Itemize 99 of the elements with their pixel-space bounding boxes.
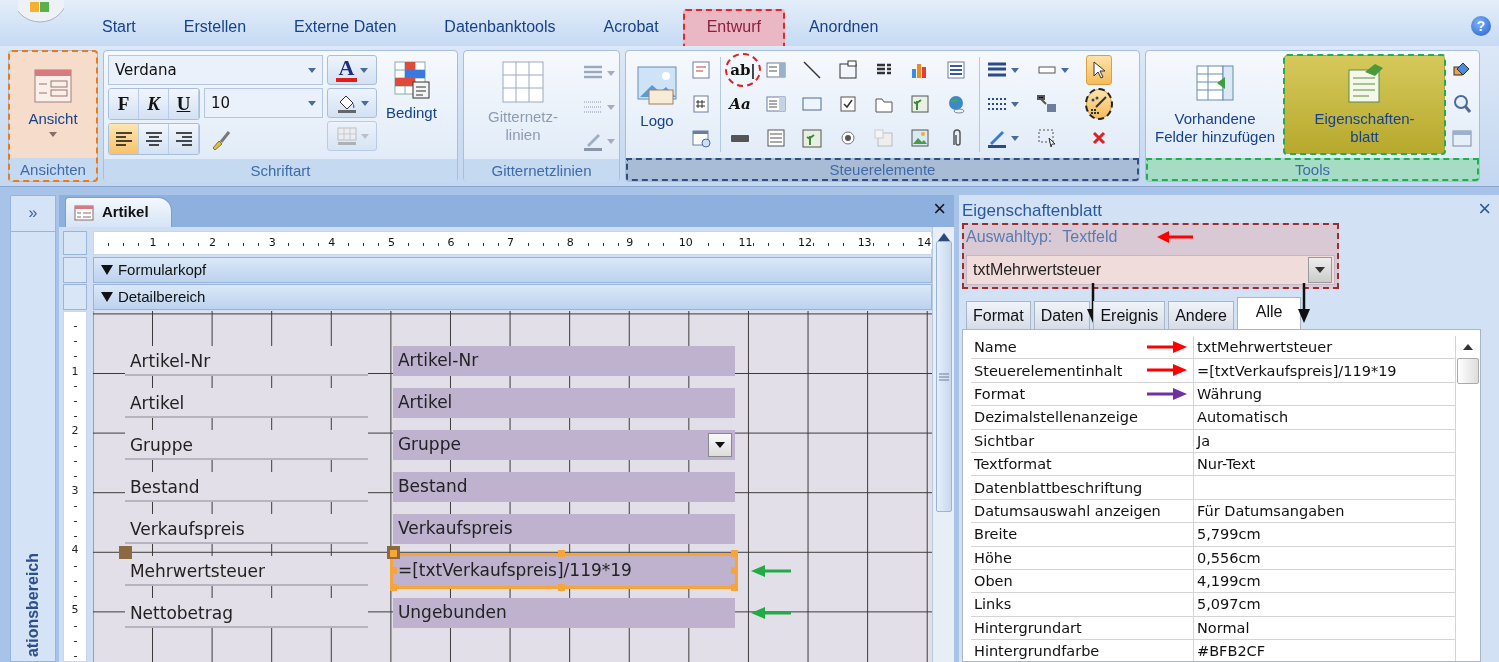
- property-name: Textformat: [971, 452, 1194, 477]
- add-fields-button[interactable]: Vorhandene Felder hinzufügen: [1150, 55, 1281, 154]
- property-name: Format: [971, 382, 1194, 407]
- selection-type: Textfeld: [1062, 227, 1118, 247]
- font-name-dropdown[interactable]: Verdana: [108, 55, 323, 85]
- text-box[interactable]: Bestand: [392, 472, 735, 502]
- property-tab[interactable]: Andere: [1168, 301, 1234, 329]
- text-box[interactable]: Artikel: [392, 388, 735, 418]
- text-box[interactable]: =[txtVerkaufspreis]/119*19: [392, 556, 735, 586]
- ruler-number: 13: [856, 237, 873, 249]
- bold-button[interactable]: F: [109, 89, 139, 119]
- group-label: Schriftart: [104, 159, 457, 182]
- ruler-number: 11: [737, 237, 754, 249]
- close-button[interactable]: ×: [925, 198, 954, 224]
- pane-title: ationsbereich: [22, 552, 42, 659]
- property-value[interactable]: 0,556cm: [1194, 546, 1456, 570]
- font-size-dropdown[interactable]: 10: [204, 88, 323, 118]
- text-box[interactable]: Ungebunden: [392, 598, 735, 628]
- ruler-number: 5: [386, 237, 396, 249]
- logo-button[interactable]: Logo: [630, 55, 684, 154]
- property-value[interactable]: 5,799cm: [1194, 523, 1456, 547]
- field-label[interactable]: Nettobetrag: [124, 598, 368, 628]
- conditional-format-button[interactable]: Bedingt: [381, 55, 442, 155]
- ruler-number: 6: [446, 237, 456, 249]
- font-color-button[interactable]: A: [327, 55, 377, 85]
- ribbon-tab[interactable]: Entwurf: [682, 9, 785, 46]
- text-box-tool[interactable]: ab|: [727, 55, 759, 85]
- field-label[interactable]: Mehrwertsteuer: [124, 556, 368, 586]
- ribbon-tab[interactable]: Erstellen: [159, 9, 271, 46]
- ribbon-tab[interactable]: Datenbanktools: [420, 9, 580, 46]
- section-bar[interactable]: Detailbereich: [92, 284, 932, 310]
- field-label[interactable]: Bestand: [124, 472, 368, 502]
- ruler-number: 14: [916, 237, 932, 249]
- field-label[interactable]: Verkaufspreis: [124, 514, 368, 544]
- property-tab[interactable]: Ereignis: [1093, 301, 1166, 329]
- property-name: Dezimalstellenanzeige: [971, 406, 1194, 430]
- property-name: Name: [971, 336, 1194, 360]
- ruler-number: 9: [625, 237, 635, 249]
- ruler-number: 3: [71, 484, 79, 497]
- field-label[interactable]: Artikel: [124, 388, 368, 418]
- document-tab[interactable]: Artikel: [64, 197, 172, 227]
- view-button[interactable]: Ansicht: [13, 55, 93, 154]
- property-value[interactable]: Normal: [1194, 616, 1456, 641]
- label-tool[interactable]: Aa: [727, 89, 753, 119]
- property-name: Höhe: [971, 546, 1194, 570]
- property-value[interactable]: txtMehrwertsteuer: [1194, 336, 1456, 360]
- panel-title: Eigenschaftenblatt: [962, 200, 1102, 223]
- property-value[interactable]: Ja: [1194, 429, 1456, 453]
- group-label: Gitternetzlinien: [464, 159, 619, 182]
- ruler-number: 3: [267, 237, 277, 249]
- property-value[interactable]: Automatisch: [1194, 406, 1456, 430]
- property-value[interactable]: 5,097cm: [1194, 593, 1456, 617]
- property-name: Hintergrundfarbe: [971, 640, 1194, 661]
- object-dropdown[interactable]: txtMehrwertsteuer: [966, 255, 1335, 285]
- property-value[interactable]: Für Datumsangaben: [1194, 499, 1456, 524]
- property-value[interactable]: #BFB2CF: [1194, 640, 1456, 661]
- ruler-number: 12: [797, 237, 814, 249]
- property-tab[interactable]: Alle: [1236, 297, 1302, 329]
- property-name: Datenblattbeschriftung: [971, 476, 1194, 500]
- group-label: Steuerelemente: [626, 158, 1139, 181]
- group-label: Tools: [1146, 158, 1479, 181]
- property-tab[interactable]: Daten: [1033, 301, 1091, 329]
- combo-box[interactable]: Gruppe: [392, 430, 735, 460]
- close-button[interactable]: ×: [1470, 198, 1499, 224]
- ribbon-tab[interactable]: Start: [78, 9, 160, 46]
- italic-button[interactable]: K: [139, 89, 169, 119]
- ruler-number: 4: [327, 237, 337, 249]
- ruler-number: 1: [71, 365, 79, 378]
- selection-type-label: Auswahltyp:: [966, 227, 1053, 247]
- property-name: Datumsauswahl anzeigen: [971, 499, 1194, 524]
- section-bar[interactable]: Formularkopf: [92, 257, 932, 283]
- ruler-number: 7: [506, 237, 516, 249]
- property-value[interactable]: Währung: [1194, 382, 1456, 407]
- property-name: Breite: [971, 523, 1194, 547]
- property-sheet-button[interactable]: Eigenschaften- blatt: [1284, 55, 1445, 154]
- property-value[interactable]: =[txtVerkaufspreis]/119*19: [1194, 359, 1456, 383]
- property-name: Steuerelementinhalt: [971, 359, 1194, 383]
- ribbon-tab[interactable]: Externe Daten: [270, 9, 421, 46]
- ruler-number: 1: [148, 237, 158, 249]
- property-tab[interactable]: Format: [966, 301, 1031, 329]
- field-label[interactable]: Artikel-Nr: [124, 346, 368, 376]
- ruler-number: 8: [565, 237, 575, 249]
- ruler-number: 5: [71, 603, 79, 616]
- text-box[interactable]: Artikel-Nr: [392, 346, 735, 376]
- property-name: Links: [971, 593, 1194, 617]
- property-name: Sichtbar: [971, 429, 1194, 453]
- text-box[interactable]: Verkaufspreis: [392, 514, 735, 544]
- property-name: Oben: [971, 569, 1194, 594]
- property-value[interactable]: 4,199cm: [1194, 569, 1456, 594]
- field-label[interactable]: Gruppe: [124, 430, 368, 460]
- expand-button[interactable]: »: [11, 196, 55, 232]
- ribbon-tab[interactable]: Anordnen: [784, 9, 903, 46]
- group-label: Ansichten: [9, 158, 97, 181]
- ribbon-tab[interactable]: Acrobat: [579, 9, 683, 46]
- ruler-number: 10: [677, 237, 694, 249]
- property-name: Hintergrundart: [971, 616, 1194, 641]
- underline-button[interactable]: U: [169, 89, 199, 119]
- ruler-number: 2: [208, 237, 218, 249]
- property-value[interactable]: Nur-Text: [1194, 452, 1456, 477]
